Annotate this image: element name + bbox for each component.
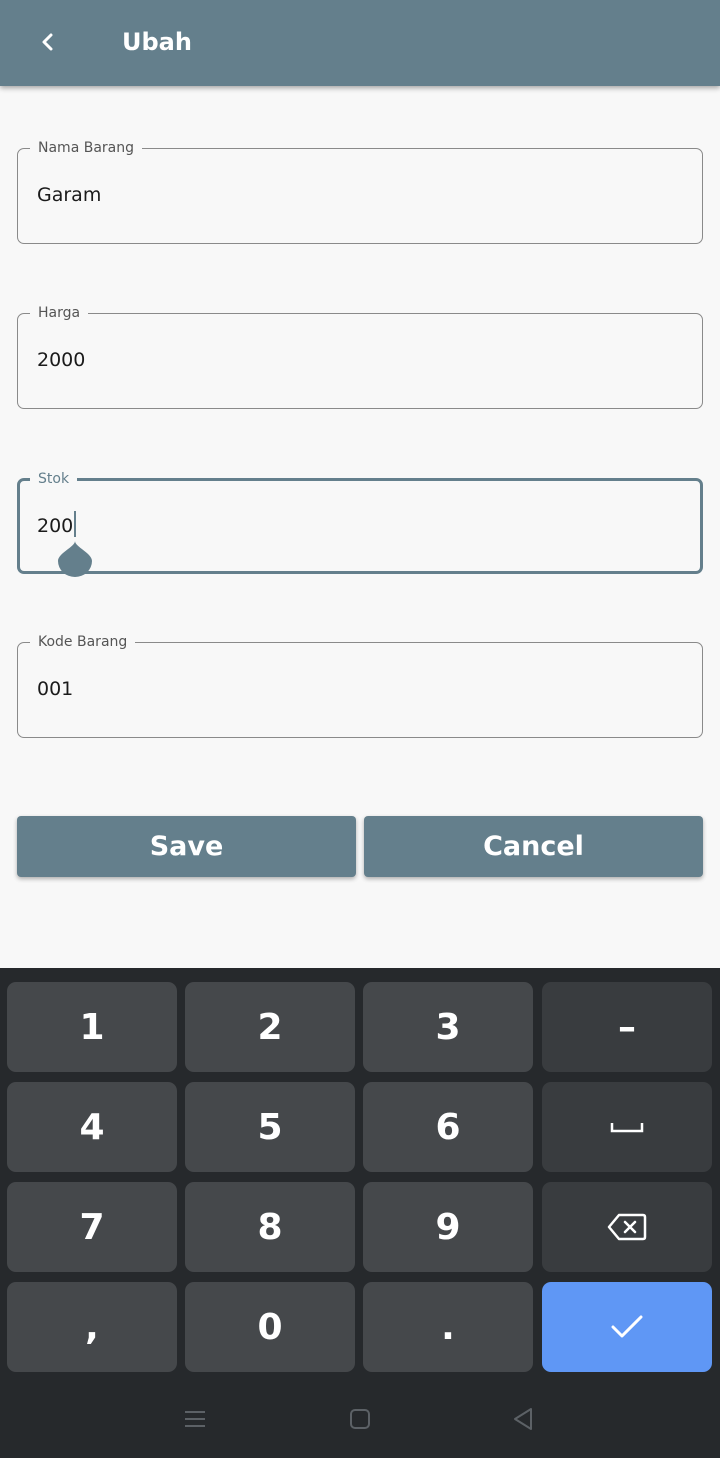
- cursor-handle-icon[interactable]: [56, 537, 94, 577]
- nama-barang-value: Garam: [37, 184, 102, 206]
- key-enter[interactable]: [542, 1282, 712, 1372]
- key-3[interactable]: 3: [363, 982, 533, 1072]
- stok-value-wrap: 200: [37, 511, 77, 540]
- nav-home-button[interactable]: [345, 1404, 375, 1434]
- space-bar-icon: [610, 1123, 644, 1133]
- key-9[interactable]: 9: [363, 1182, 533, 1272]
- backspace-icon: [607, 1213, 647, 1241]
- nav-menu-button[interactable]: [180, 1404, 210, 1434]
- key-6[interactable]: 6: [363, 1082, 533, 1172]
- stok-label: Stok: [30, 469, 78, 489]
- system-navigation-bar: [0, 1380, 720, 1458]
- text-caret: [74, 511, 77, 537]
- key-2[interactable]: 2: [185, 982, 355, 1072]
- stok-field[interactable]: Stok 200: [17, 469, 703, 577]
- app-bar: Ubah: [0, 0, 720, 86]
- key-8[interactable]: 8: [185, 1182, 355, 1272]
- key-backspace[interactable]: [542, 1182, 712, 1272]
- kode-barang-label: Kode Barang: [30, 632, 136, 652]
- key-1[interactable]: 1: [7, 982, 177, 1072]
- kode-barang-field[interactable]: Kode Barang 001: [17, 632, 703, 738]
- checkmark-icon: [611, 1315, 643, 1338]
- back-triangle-icon: [514, 1408, 532, 1430]
- harga-label: Harga: [30, 303, 89, 323]
- stok-value: 200: [37, 515, 74, 537]
- key-minus[interactable]: –: [542, 982, 712, 1072]
- key-4[interactable]: 4: [7, 1082, 177, 1172]
- harga-value: 2000: [37, 349, 86, 371]
- page-title: Ubah: [122, 28, 192, 56]
- chevron-left-icon: [42, 33, 53, 51]
- nama-barang-label: Nama Barang: [30, 138, 142, 158]
- menu-icon: [185, 1411, 205, 1427]
- key-comma[interactable]: ,: [7, 1282, 177, 1372]
- kode-barang-value: 001: [37, 678, 74, 700]
- save-button[interactable]: Save: [17, 816, 356, 877]
- edit-form: Nama Barang Garam Harga 2000 Stok 200 Ko…: [0, 86, 720, 968]
- key-7[interactable]: 7: [7, 1182, 177, 1272]
- numeric-keyboard: 1 2 3 – 4 5 6 7 8 9 , 0 .: [0, 968, 720, 1380]
- nama-barang-field[interactable]: Nama Barang Garam: [17, 138, 703, 244]
- cancel-button[interactable]: Cancel: [364, 816, 703, 877]
- key-period[interactable]: .: [363, 1282, 533, 1372]
- nav-back-button[interactable]: [508, 1404, 538, 1434]
- key-space[interactable]: [542, 1082, 712, 1172]
- harga-field[interactable]: Harga 2000: [17, 303, 703, 409]
- home-square-icon: [350, 1409, 370, 1429]
- back-button[interactable]: [28, 22, 68, 62]
- key-0[interactable]: 0: [185, 1282, 355, 1372]
- key-5[interactable]: 5: [185, 1082, 355, 1172]
